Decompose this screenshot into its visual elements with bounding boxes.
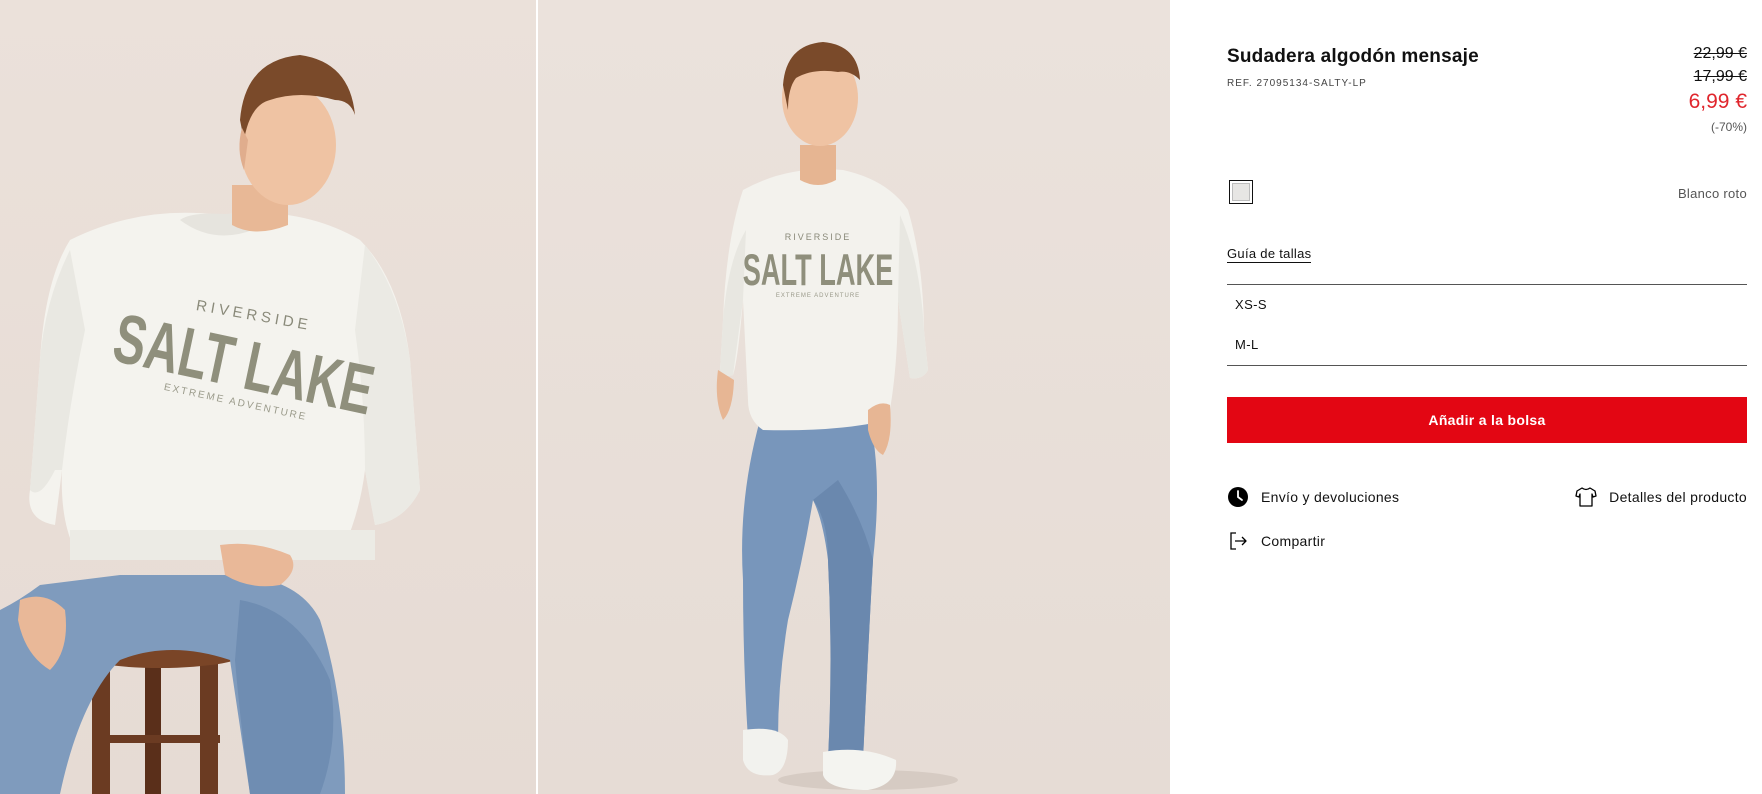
selected-color-name: Blanco roto [1677, 186, 1747, 201]
add-to-bag-button[interactable]: Añadir a la bolsa [1227, 397, 1747, 443]
price-previous: 17,99 € [1693, 68, 1747, 85]
product-reference: REF. 27095134-SALTY-LP [1227, 78, 1367, 89]
model-seated-illustration: RIVERSIDE SALT LAKE EXTREME ADVENTURE [0, 55, 421, 794]
share-label: Compartir [1261, 533, 1326, 549]
product-gallery: RIVERSIDE SALT LAKE EXTREME ADVENTURE RI… [0, 0, 1170, 794]
discount-badge: (-70%) [1710, 120, 1747, 134]
shipping-returns-link[interactable]: Envío y devoluciones [1227, 486, 1399, 508]
shipping-returns-label: Envío y devoluciones [1261, 489, 1400, 505]
print-line-1-standing: RIVERSIDE [785, 232, 852, 242]
share-link[interactable]: Compartir [1227, 530, 1325, 552]
share-icon [1227, 530, 1249, 552]
price-current: 6,99 € [1688, 90, 1747, 113]
product-photo-seated[interactable]: RIVERSIDE SALT LAKE EXTREME ADVENTURE [0, 0, 536, 794]
color-swatch[interactable] [1229, 180, 1253, 204]
color-swatch-fill [1232, 183, 1250, 201]
tshirt-icon [1575, 486, 1597, 508]
price-block: 22,99 € 17,99 € 6,99 € (-70%) [1689, 42, 1747, 139]
price-original: 22,99 € [1693, 45, 1747, 62]
size-guide-link[interactable]: Guía de tallas [1227, 246, 1312, 263]
product-details-label: Detalles del producto [1609, 489, 1747, 505]
print-line-2-standing: SALT LAKE [743, 245, 894, 294]
size-option-xs-s[interactable]: XS-S [1227, 285, 1747, 325]
product-title: Sudadera algodón mensaje [1227, 46, 1479, 67]
size-list: XS-S M-L [1227, 284, 1747, 366]
clock-icon [1227, 486, 1249, 508]
model-standing-illustration: RIVERSIDE SALT LAKE EXTREME ADVENTURE [716, 42, 958, 790]
product-info-panel: Sudadera algodón mensaje REF. 27095134-S… [1227, 0, 1747, 794]
product-details-link[interactable]: Detalles del producto [1575, 486, 1747, 508]
print-line-3-standing: EXTREME ADVENTURE [776, 293, 860, 299]
product-photo-standing[interactable]: RIVERSIDE SALT LAKE EXTREME ADVENTURE [538, 0, 1170, 794]
size-option-m-l[interactable]: M-L [1227, 325, 1747, 365]
